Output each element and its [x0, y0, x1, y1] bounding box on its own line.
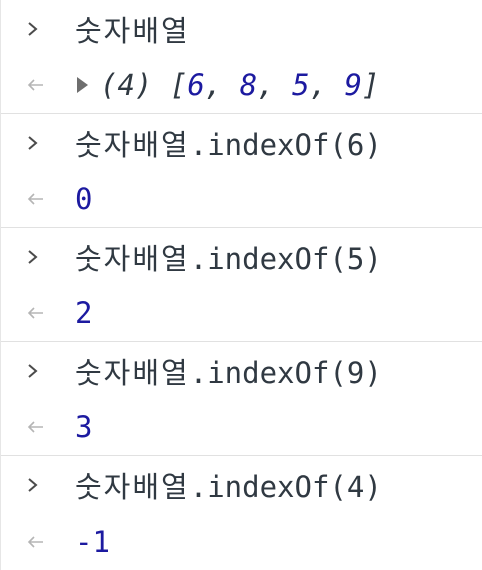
- chevron-right-icon: [27, 363, 75, 379]
- result-value: 3: [75, 410, 93, 444]
- array-value: 5: [292, 68, 310, 102]
- console-input-text: 숫자배열.indexOf(6): [75, 127, 382, 162]
- return-arrow-icon: [27, 306, 75, 320]
- array-value: 6: [187, 68, 205, 102]
- console-input-text: 숫자배열: [75, 13, 190, 48]
- array-length: (4): [100, 68, 153, 102]
- console-result-row: 0: [1, 171, 482, 228]
- expand-triangle-icon[interactable]: [77, 77, 88, 93]
- console-input-row[interactable]: 숫자배열.indexOf(5): [1, 228, 482, 285]
- return-arrow-icon: [27, 78, 75, 92]
- chevron-right-icon: [27, 249, 75, 265]
- console-input-text: 숫자배열.indexOf(4): [75, 469, 382, 504]
- console-input-text: 숫자배열.indexOf(9): [75, 355, 382, 390]
- devtools-console: 숫자배열 (4) [ 6, 8, 5, 9] 숫자배열.indexOf(6) 0: [0, 0, 482, 570]
- console-input-text: 숫자배열.indexOf(5): [75, 241, 382, 276]
- array-value: 9: [344, 68, 362, 102]
- return-arrow-icon: [27, 420, 75, 434]
- array-preview[interactable]: (4) [ 6, 8, 5, 9]: [75, 68, 379, 102]
- result-value: -1: [75, 524, 110, 559]
- console-input-row[interactable]: 숫자배열.indexOf(4): [1, 456, 482, 513]
- return-arrow-icon: [27, 535, 75, 549]
- chevron-right-icon: [27, 135, 75, 151]
- console-input-row[interactable]: 숫자배열: [1, 0, 482, 57]
- console-input-row[interactable]: 숫자배열.indexOf(9): [1, 342, 482, 399]
- console-result-row: 2: [1, 285, 482, 342]
- chevron-right-icon: [27, 21, 75, 37]
- console-result-row: (4) [ 6, 8, 5, 9]: [1, 57, 482, 114]
- return-arrow-icon: [27, 192, 75, 206]
- chevron-right-icon: [27, 477, 75, 493]
- result-value: 0: [75, 182, 93, 216]
- array-value: 8: [239, 68, 258, 102]
- console-result-row: 3: [1, 399, 482, 456]
- result-value: 2: [75, 296, 93, 330]
- console-input-row[interactable]: 숫자배열.indexOf(6): [1, 114, 482, 171]
- console-result-row: -1: [1, 513, 482, 570]
